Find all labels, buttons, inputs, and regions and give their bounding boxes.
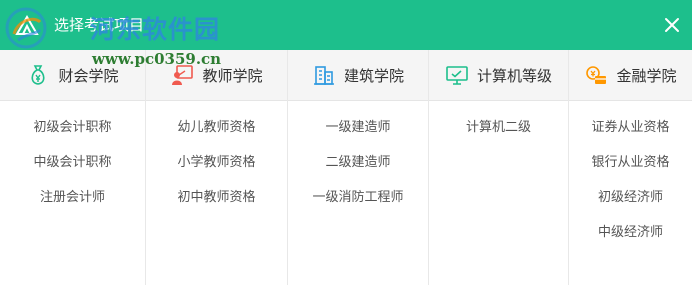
exam-item[interactable]: 幼儿教师资格 (146, 102, 287, 137)
exam-item[interactable]: 计算机二级 (429, 102, 568, 137)
exam-list: 初级会计职称 中级会计职称 注册会计师 (0, 102, 145, 207)
exam-item[interactable]: 中级会计职称 (0, 137, 145, 172)
exam-select-dialog: 选择考试项目 财会学院 初级会计职称 中级会计职称 注册会计师 教师学院 幼儿教… (0, 0, 692, 285)
exam-item[interactable]: 一级建造师 (288, 102, 428, 137)
coin-card-icon (586, 66, 607, 84)
exam-item[interactable]: 初级会计职称 (0, 102, 145, 137)
tab-label: 计算机等级 (476, 66, 552, 85)
tab-finance[interactable]: 金融学院 (569, 50, 692, 100)
watermark-site-name: 河东软件园 (90, 15, 221, 44)
exam-list: 证券从业资格 银行从业资格 初级经济师 中级经济师 (569, 102, 692, 242)
exam-item[interactable]: 初中教师资格 (146, 172, 287, 207)
close-icon[interactable] (660, 13, 684, 37)
exam-item[interactable]: 小学教师资格 (146, 137, 287, 172)
exam-item[interactable]: 证券从业资格 (569, 102, 692, 137)
money-bag-icon (31, 65, 46, 85)
exam-item[interactable]: 中级经济师 (569, 207, 692, 242)
category-column-finance: 金融学院 证券从业资格 银行从业资格 初级经济师 中级经济师 (569, 50, 692, 285)
exam-item[interactable]: 一级消防工程师 (288, 172, 428, 207)
tab-label: 金融学院 (616, 66, 677, 85)
exam-item[interactable]: 初级经济师 (569, 172, 692, 207)
category-column-construction: 建筑学院 一级建造师 二级建造师 一级消防工程师 (288, 50, 429, 285)
category-column-computer: 计算机等级 计算机二级 (429, 50, 569, 285)
building-icon (313, 66, 334, 85)
watermark-logo (5, 7, 47, 49)
exam-list: 幼儿教师资格 小学教师资格 初中教师资格 (146, 102, 287, 207)
watermark-url: www.pc0359.cn (92, 50, 222, 68)
tab-label: 建筑学院 (343, 66, 404, 85)
exam-item[interactable]: 银行从业资格 (569, 137, 692, 172)
category-column-accounting: 财会学院 初级会计职称 中级会计职称 注册会计师 (0, 50, 146, 285)
exam-item[interactable]: 二级建造师 (288, 137, 428, 172)
exam-list: 一级建造师 二级建造师 一级消防工程师 (288, 102, 428, 207)
exam-list: 计算机二级 (429, 102, 568, 137)
monitor-icon (446, 66, 468, 85)
exam-item[interactable]: 注册会计师 (0, 172, 145, 207)
tab-construction[interactable]: 建筑学院 (288, 50, 428, 100)
category-column-teacher: 教师学院 幼儿教师资格 小学教师资格 初中教师资格 (146, 50, 288, 285)
tab-computer[interactable]: 计算机等级 (429, 50, 568, 100)
